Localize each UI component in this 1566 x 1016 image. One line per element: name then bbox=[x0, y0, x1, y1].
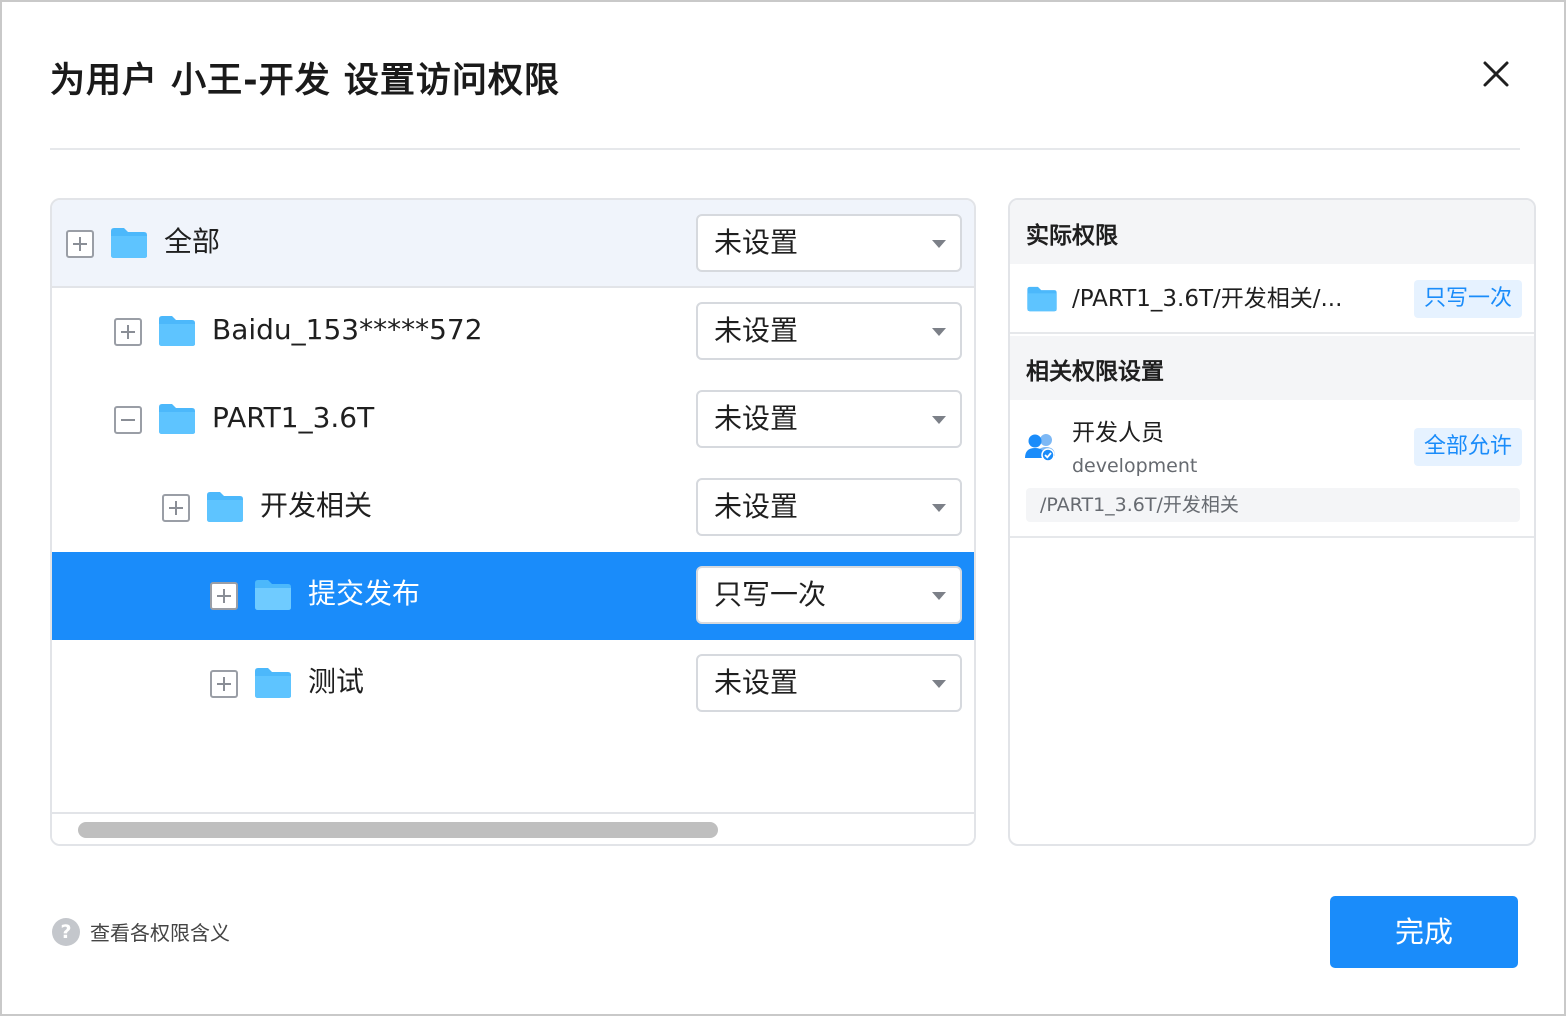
permission-value: 未设置 bbox=[714, 490, 799, 523]
header-divider bbox=[50, 148, 1520, 150]
actual-path: /PART1_3.6T/开发相关/... bbox=[1072, 286, 1343, 312]
related-path: /PART1_3.6T/开发相关 bbox=[1026, 488, 1520, 522]
horizontal-scrollbar[interactable] bbox=[52, 812, 974, 844]
actual-permission-row: /PART1_3.6T/开发相关/... 只写一次 bbox=[1010, 264, 1534, 334]
tree-row-label: 开发相关 bbox=[260, 489, 373, 522]
close-icon bbox=[1483, 61, 1509, 87]
section-title: 相关权限设置 bbox=[1026, 359, 1164, 385]
folder-icon bbox=[159, 316, 195, 346]
tree-row-label: 测试 bbox=[308, 665, 365, 698]
permission-tag: 全部允许 bbox=[1414, 428, 1523, 466]
permission-select[interactable]: 未设置 bbox=[696, 478, 962, 536]
permission-select[interactable]: 未设置 bbox=[696, 302, 962, 360]
collapse-toggle-icon[interactable] bbox=[114, 406, 142, 434]
effective-permission-panel: 实际权限 /PART1_3.6T/开发相关/... 只写一次 相关权限设置 开发… bbox=[1008, 198, 1536, 846]
tree-row-baidu[interactable]: Baidu_153*****572 未设置 bbox=[52, 288, 974, 376]
caret-down-icon bbox=[932, 680, 946, 688]
tree-row-label: Baidu_153*****572 bbox=[212, 313, 483, 346]
tree-row-all[interactable]: 全部 未设置 bbox=[52, 200, 974, 288]
permission-select[interactable]: 未设置 bbox=[696, 654, 962, 712]
caret-down-icon bbox=[932, 328, 946, 336]
section-title: 实际权限 bbox=[1026, 223, 1118, 249]
permission-value: 未设置 bbox=[714, 226, 799, 259]
permission-value: 未设置 bbox=[714, 314, 799, 347]
help-text: 查看各权限含义 bbox=[90, 921, 230, 945]
tree-row-label: 提交发布 bbox=[308, 577, 421, 610]
expand-toggle-icon[interactable] bbox=[210, 582, 238, 610]
permission-select[interactable]: 未设置 bbox=[696, 390, 962, 448]
related-permission-header: 相关权限设置 bbox=[1010, 336, 1534, 400]
related-permission-item: 开发人员 development 全部允许 /PART1_3.6T/开发相关 bbox=[1010, 400, 1534, 538]
tree-row-label: PART1_3.6T bbox=[212, 401, 375, 434]
expand-toggle-icon[interactable] bbox=[162, 494, 190, 522]
folder-tree-panel: 全部 未设置 Baidu_153*****572 未设置 PART1_3.6T … bbox=[50, 198, 976, 846]
tree-row-label: 全部 bbox=[164, 225, 221, 258]
tree-row-dev[interactable]: 开发相关 未设置 bbox=[52, 464, 974, 552]
folder-icon bbox=[255, 668, 291, 698]
user-group-icon bbox=[1025, 434, 1055, 462]
caret-down-icon bbox=[932, 592, 946, 600]
permission-value: 只写一次 bbox=[714, 578, 827, 611]
folder-icon bbox=[159, 404, 195, 434]
folder-icon bbox=[1027, 286, 1057, 312]
caret-down-icon bbox=[932, 416, 946, 424]
actual-permission-header: 实际权限 bbox=[1010, 200, 1534, 264]
scrollbar-thumb[interactable] bbox=[78, 822, 718, 838]
caret-down-icon bbox=[932, 504, 946, 512]
expand-toggle-icon[interactable] bbox=[210, 670, 238, 698]
folder-icon bbox=[255, 580, 291, 610]
permission-select[interactable]: 未设置 bbox=[696, 214, 962, 272]
dialog-title: 为用户 小王-开发 设置访问权限 bbox=[50, 61, 560, 101]
tree-row-part1[interactable]: PART1_3.6T 未设置 bbox=[52, 376, 974, 464]
expand-toggle-icon[interactable] bbox=[114, 318, 142, 346]
permission-select[interactable]: 只写一次 bbox=[696, 566, 962, 624]
group-subtitle: development bbox=[1072, 455, 1198, 477]
permission-value: 未设置 bbox=[714, 666, 799, 699]
expand-toggle-icon[interactable] bbox=[66, 230, 94, 258]
done-button[interactable]: 完成 bbox=[1330, 896, 1518, 968]
folder-icon bbox=[111, 228, 147, 258]
tree-row-submit-release[interactable]: 提交发布 只写一次 bbox=[52, 552, 974, 640]
permission-value: 未设置 bbox=[714, 402, 799, 435]
group-name: 开发人员 bbox=[1072, 420, 1164, 446]
caret-down-icon bbox=[932, 240, 946, 248]
close-button[interactable] bbox=[1476, 54, 1516, 94]
permission-tag: 只写一次 bbox=[1414, 280, 1523, 318]
permission-dialog: 为用户 小王-开发 设置访问权限 全部 未设置 Baidu_153*****57… bbox=[0, 0, 1566, 1016]
folder-icon bbox=[207, 492, 243, 522]
tree-row-test[interactable]: 测试 未设置 bbox=[52, 640, 974, 728]
question-circle-icon: ? bbox=[52, 918, 80, 946]
